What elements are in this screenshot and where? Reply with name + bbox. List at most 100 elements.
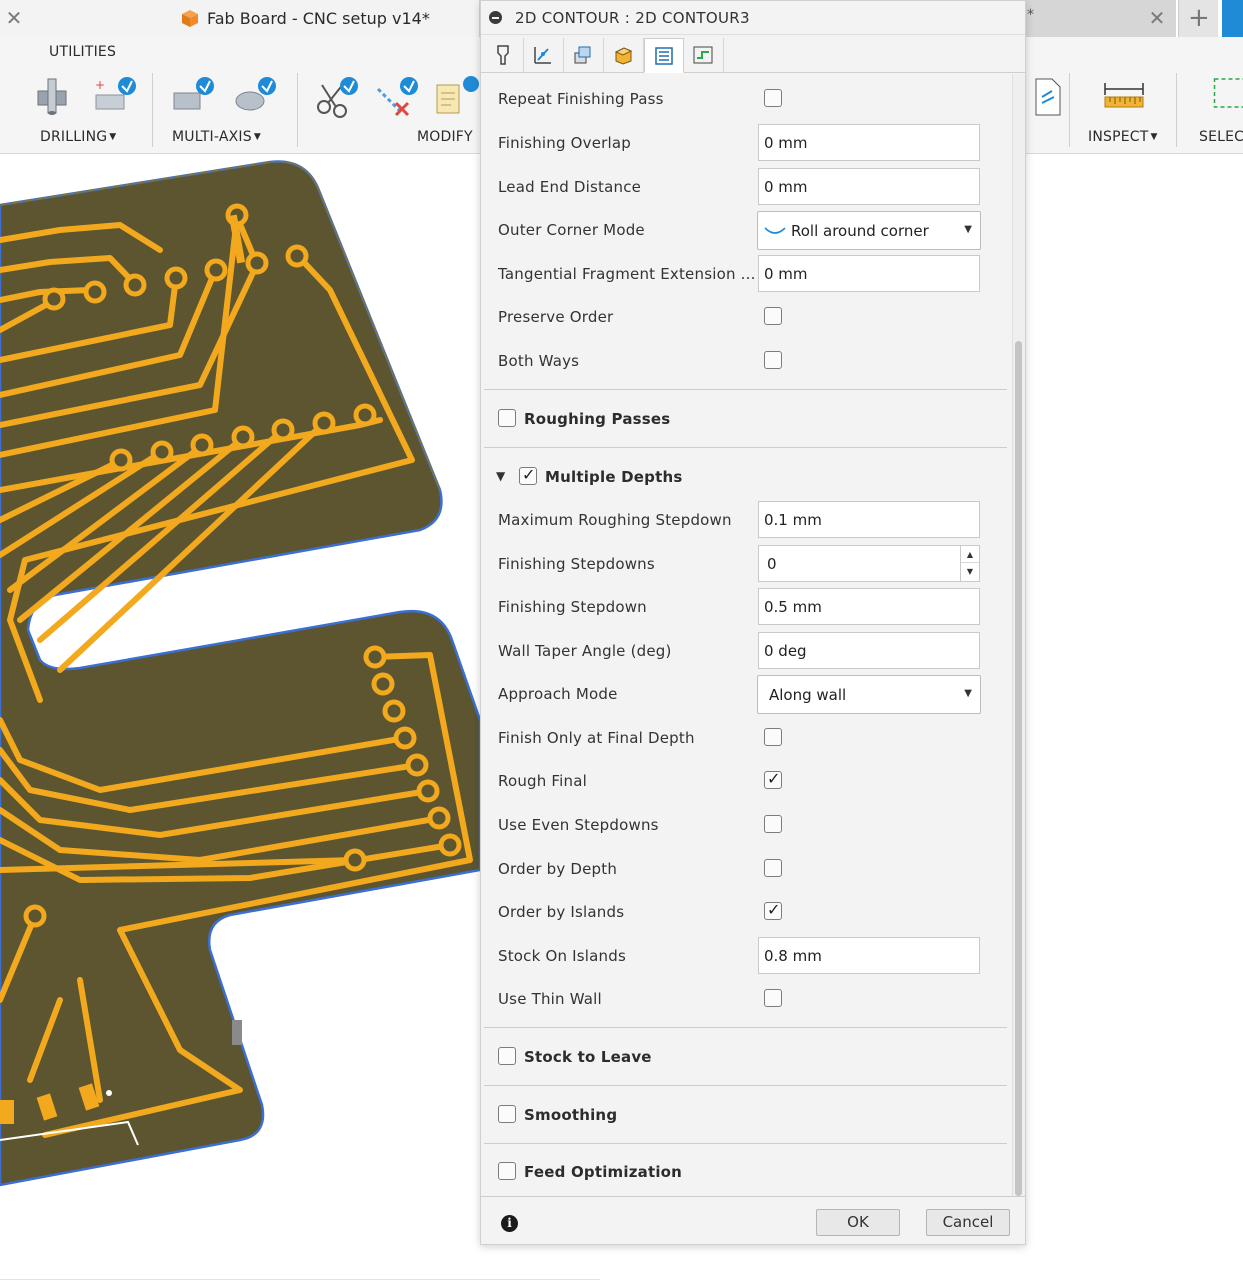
dialog-titlebar[interactable]: 2D CONTOUR : 2D CONTOUR3 [481,1,1025,35]
dialog-body: Repeat Finishing Pass Finishing Overlap … [481,74,1011,1196]
lead-end-distance-input[interactable]: 0 mm [758,168,980,205]
svg-text:+: + [95,78,105,92]
rough-final-checkbox[interactable] [764,769,782,789]
scissors-icon[interactable] [314,75,360,121]
both-ways-checkbox[interactable] [764,351,782,369]
select-menu[interactable]: SELEC [1199,129,1243,145]
field-label: Wall Taper Angle (deg) [498,642,672,660]
drilling-menu[interactable]: DRILLING ▼ [40,129,116,145]
feed-optimization-checkbox[interactable] [498,1162,516,1180]
measure-icon[interactable] [1101,75,1147,121]
finishing-stepdown-input[interactable]: 0.5 mm [758,588,980,625]
order-by-islands-row: Order by Islands [481,889,1011,933]
field-label: Tangential Fragment Extension ... [498,265,756,283]
dialog-title: 2D CONTOUR : 2D CONTOUR3 [515,9,750,27]
maximum-roughing-stepdown-input[interactable]: 0.1 mm [758,501,980,538]
repeat-finishing-pass-row: Repeat Finishing Pass [481,76,1011,120]
finishing-overlap-row: Finishing Overlap 0 mm [481,120,1011,164]
use-thin-wall-checkbox[interactable] [764,989,782,1007]
input-value: 0 [767,555,777,573]
drill-new-icon[interactable]: + [92,75,138,121]
input-value: 0.5 mm [764,598,822,616]
tool-icon [497,45,509,65]
maximum-roughing-stepdown-row: Maximum Roughing Stepdown 0.1 mm [481,497,1011,541]
stock-to-leave-checkbox[interactable] [498,1047,516,1065]
modify-menu[interactable]: MODIFY [417,129,473,145]
both-ways-row: Both Ways [481,338,1011,382]
profile-icon[interactable] [1222,0,1243,37]
edit-notes-icon[interactable] [433,75,479,121]
tab-tool[interactable] [484,38,524,73]
feed-optimization-section[interactable]: Feed Optimization [484,1143,1007,1196]
outer-corner-mode-row: Outer Corner Mode Roll around corner ▼ [481,207,1011,251]
drill-icon[interactable] [30,75,76,121]
field-label: Outer Corner Mode [498,221,645,239]
2d-contour-dialog: 2D CONTOUR : 2D CONTOUR3 Repeat Finishin… [480,0,1026,1245]
roughing-passes-section[interactable]: Roughing Passes [484,389,1007,447]
spin-up-icon[interactable]: ▲ [961,546,979,563]
tab-heights[interactable] [564,38,604,73]
select-value: Roll around corner [791,222,929,240]
tab-linking[interactable] [684,38,724,73]
section-title: Roughing Passes [524,410,671,428]
stock-on-islands-input[interactable]: 0.8 mm [758,937,980,974]
smoothing-section[interactable]: Smoothing [484,1085,1007,1143]
dialog-footer: i OK Cancel [481,1196,1025,1244]
order-by-islands-checkbox[interactable] [764,900,782,920]
document-tab[interactable]: ✕ Fab Board - CNC setup v14* [0,0,480,37]
field-label: Order by Islands [498,903,625,921]
field-label: Repeat Finishing Pass [498,90,664,108]
dropdown-arrow-icon: ▼ [964,688,972,699]
use-even-stepdowns-checkbox[interactable] [764,815,782,833]
tab-stock[interactable] [604,38,644,73]
preserve-order-checkbox[interactable] [764,307,782,325]
approach-mode-select[interactable]: Along wall ▼ [757,675,981,714]
lead-end-distance-row: Lead End Distance 0 mm [481,164,1011,208]
field-label: Preserve Order [498,308,614,326]
section-title: Stock to Leave [524,1048,652,1066]
utilities-tab[interactable]: UTILITIES [49,44,116,60]
wall-taper-angle-input[interactable]: 0 deg [758,632,980,669]
multi-axis-2-icon[interactable] [232,75,278,121]
tab-passes[interactable] [644,38,684,73]
tangential-fragment-extension-input[interactable]: 0 mm [758,255,980,292]
spin-down-icon[interactable]: ▼ [961,563,979,580]
document-icon[interactable] [1026,75,1072,121]
roughing-passes-checkbox[interactable] [498,409,516,427]
finishing-stepdowns-spinner[interactable]: 0 ▲ ▼ [758,545,980,582]
close-tab-icon[interactable]: ✕ [4,6,24,30]
new-tab-button[interactable]: + [1178,0,1218,37]
cancel-button[interactable]: Cancel [926,1209,1010,1236]
tab-geometry[interactable] [524,38,564,73]
outer-corner-mode-select[interactable]: Roll around corner ▼ [757,211,981,250]
expand-triangle-icon[interactable]: ▼ [496,469,505,483]
close-tab-icon[interactable]: ✕ [1146,6,1168,30]
multi-axis-icon[interactable] [170,75,216,121]
remove-toolpath-icon[interactable] [374,75,420,121]
ok-button[interactable]: OK [816,1209,900,1236]
finish-only-at-final-depth-checkbox[interactable] [764,728,782,746]
scrollbar-thumb[interactable] [1015,341,1022,1196]
input-value: 0 mm [764,178,808,196]
drilling-label: DRILLING [40,129,108,145]
preserve-order-row: Preserve Order [481,294,1011,338]
section-title: Feed Optimization [524,1163,683,1181]
info-icon[interactable]: i [501,1215,518,1232]
use-even-stepdowns-row: Use Even Stepdowns [481,802,1011,846]
spinner-buttons[interactable]: ▲ ▼ [960,546,979,581]
finishing-overlap-input[interactable]: 0 mm [758,124,980,161]
window-select-icon[interactable] [1206,75,1243,121]
smoothing-checkbox[interactable] [498,1105,516,1123]
field-label: Finish Only at Final Depth [498,729,695,747]
stock-to-leave-section[interactable]: Stock to Leave [484,1027,1007,1085]
multiple-depths-checkbox[interactable] [519,465,537,485]
repeat-finishing-pass-checkbox[interactable] [764,89,782,107]
order-by-depth-checkbox[interactable] [764,859,782,877]
select-value: Along wall [769,686,847,704]
inspect-label: INSPECT [1088,129,1149,145]
inspect-menu[interactable]: INSPECT ▼ [1088,129,1158,145]
multi-axis-menu[interactable]: MULTI-AXIS ▼ [172,129,261,145]
collapse-dialog-icon[interactable] [489,11,502,24]
field-label: Maximum Roughing Stepdown [498,511,732,529]
tangential-fragment-extension-row: Tangential Fragment Extension ... 0 mm [481,251,1011,295]
